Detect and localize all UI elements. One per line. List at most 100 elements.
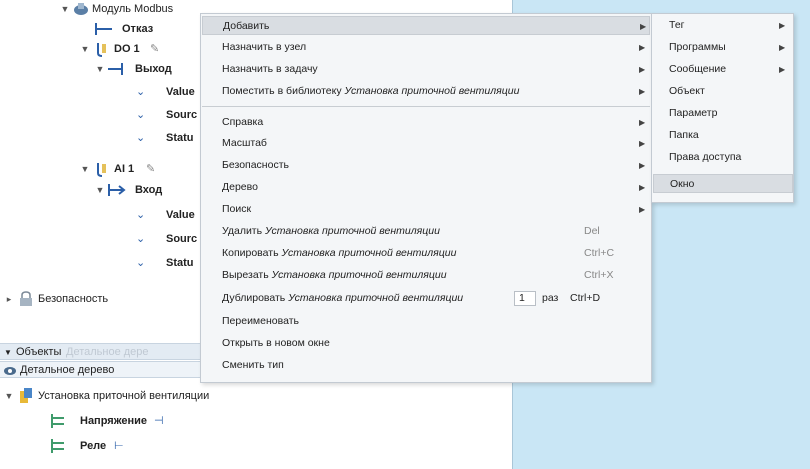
tree-node-label: DO 1	[114, 43, 140, 55]
property-icon: ⌄	[136, 257, 146, 269]
tag-output-icon	[94, 22, 114, 42]
submenu-arrow-icon: ▶	[639, 118, 646, 127]
menu-item-open-new-window[interactable]: Открыть в новом окне	[202, 334, 650, 353]
menu-item-assign-node[interactable]: Назначить в узел ▶	[202, 38, 650, 57]
chevron-down-icon[interactable]: ▼	[95, 60, 105, 78]
duplicate-count-input[interactable]: 1	[514, 291, 536, 306]
tree-row-source[interactable]: ⌄ Sourc	[136, 106, 206, 124]
submenu-item-folder[interactable]: Папка	[653, 126, 793, 145]
submenu-arrow-icon: ▶	[779, 43, 786, 52]
submenu-arrow-icon: ▶	[640, 22, 647, 31]
submenu-arrow-icon: ▶	[639, 43, 646, 52]
object-icon	[18, 387, 34, 411]
submenu-item-programs[interactable]: Программы ▶	[653, 38, 793, 57]
menu-item-copy[interactable]: Копировать Установка приточной вентиляци…	[202, 244, 650, 263]
menu-item-shortcut: Ctrl+D	[570, 292, 601, 304]
tree-node-label: Вход	[135, 184, 163, 196]
menu-item-delete[interactable]: Удалить Установка приточной вентиляции D…	[202, 222, 650, 241]
menu-item-label: Дерево	[222, 181, 258, 193]
menu-item-duplicate[interactable]: Дублировать Установка приточной вентиляц…	[202, 289, 650, 308]
menu-item-rename[interactable]: Переименовать	[202, 312, 650, 331]
menu-item-cut[interactable]: Вырезать Установка приточной вентиляции …	[202, 266, 650, 285]
chevron-down-icon[interactable]: ▼	[4, 344, 12, 361]
menu-item-shortcut: Del	[584, 225, 600, 237]
menu-item-label: Поместить в библиотеку	[222, 85, 342, 97]
menu-item-label: Добавить	[223, 20, 270, 32]
menu-item-search[interactable]: Поиск ▶	[202, 200, 650, 219]
chevron-right-icon[interactable]: ▸	[4, 290, 14, 308]
tree-row-value[interactable]: ⌄ Value	[136, 206, 206, 224]
tree-row-input[interactable]: ▼ Вход	[95, 181, 205, 199]
submenu-arrow-icon: ▶	[639, 87, 646, 96]
tree-row-status[interactable]: ⌄ Statu	[136, 129, 206, 147]
eye-icon	[4, 365, 16, 382]
menu-item-label: Назначить в задачу	[222, 63, 318, 75]
submenu-item-parameter[interactable]: Параметр	[653, 104, 793, 123]
menu-item-help[interactable]: Справка ▶	[202, 113, 650, 132]
submenu-item-window[interactable]: Окно	[653, 174, 793, 193]
connection-icon: ⊣	[154, 415, 164, 427]
property-icon: ⌄	[136, 109, 146, 121]
menu-item-security[interactable]: Безопасность ▶	[202, 156, 650, 175]
tree-row-fault[interactable]: Отказ	[90, 20, 210, 38]
module-icon	[72, 1, 90, 23]
menu-item-label: Копировать	[222, 247, 279, 259]
chevron-down-icon[interactable]: ▼	[60, 0, 70, 18]
submenu-item-label: Программы	[669, 41, 726, 53]
menu-item-add[interactable]: Добавить ▶	[202, 16, 650, 35]
menu-item-target: Установка приточной вентиляции	[265, 225, 440, 237]
property-icon: ⌄	[136, 132, 146, 144]
tree-node-label: Выход	[135, 63, 172, 75]
tree-row-value[interactable]: ⌄ Value	[136, 83, 206, 101]
objects-child-label: Напряжение	[80, 415, 147, 427]
menu-item-label: Дублировать	[222, 292, 286, 304]
menu-item-scale[interactable]: Масштаб ▶	[202, 134, 650, 153]
menu-item-label: Масштаб	[222, 137, 267, 149]
submenu-arrow-icon: ▶	[779, 65, 786, 74]
pencil-icon[interactable]: ✎	[146, 160, 155, 178]
submenu-arrow-icon: ▶	[639, 139, 646, 148]
detail-tree-label: Детальное дерево	[20, 364, 115, 376]
tree-row-source[interactable]: ⌄ Sourc	[136, 230, 206, 248]
objects-faint-label: Детальное дере	[66, 346, 149, 358]
tree-row-security[interactable]: ▸ Безопасность	[4, 290, 184, 308]
menu-item-change-type[interactable]: Сменить тип	[202, 356, 650, 375]
property-icon: ⌄	[136, 233, 146, 245]
tree-node-label: Value	[166, 209, 195, 221]
submenu-item-tag[interactable]: Тег ▶	[653, 16, 793, 35]
chevron-down-icon[interactable]: ▼	[80, 40, 90, 58]
menu-item-shortcut: Ctrl+X	[584, 269, 614, 281]
add-submenu: Тег ▶ Программы ▶ Сообщение ▶ Объект Пар…	[651, 13, 794, 203]
submenu-item-object[interactable]: Объект	[653, 82, 793, 101]
chevron-down-icon[interactable]: ▼	[80, 160, 90, 178]
channel-icon	[94, 161, 110, 183]
menu-item-target: Установка приточной вентиляции	[281, 247, 457, 259]
submenu-item-label: Окно	[670, 178, 695, 190]
tree-node-label: Sourc	[166, 233, 198, 245]
tree-node-label: Отказ	[122, 23, 154, 35]
tree-row-output[interactable]: ▼ Выход	[95, 60, 205, 78]
context-menu: Добавить ▶ Назначить в узел ▶ Назначить …	[200, 13, 652, 383]
submenu-item-label: Объект	[669, 85, 705, 97]
chevron-down-icon[interactable]: ▼	[4, 387, 14, 405]
tag-icon	[50, 438, 68, 460]
menu-item-add-to-library[interactable]: Поместить в библиотеку Установка приточн…	[202, 82, 650, 101]
submenu-item-message[interactable]: Сообщение ▶	[653, 60, 793, 79]
menu-item-label: Открыть в новом окне	[222, 337, 330, 349]
submenu-item-access-rights[interactable]: Права доступа	[653, 148, 793, 167]
menu-separator	[202, 106, 650, 107]
menu-item-tree[interactable]: Дерево ▶	[202, 178, 650, 197]
chevron-down-icon[interactable]: ▼	[95, 181, 105, 199]
objects-root-label: Установка приточной вентиляции	[38, 390, 210, 402]
objects-tree-root[interactable]: ▼ Установка приточной вентиляции	[4, 387, 244, 405]
duplicate-times-label: раз	[542, 292, 559, 304]
objects-tree-child[interactable]: Напряжение ⊣	[50, 412, 210, 430]
menu-item-label: Сменить тип	[222, 359, 284, 371]
tree-row-ai1[interactable]: ▼ AI 1 ✎	[80, 160, 220, 178]
pencil-icon[interactable]: ✎	[150, 40, 159, 58]
tree-row-status[interactable]: ⌄ Statu	[136, 254, 206, 272]
tree-row-do1[interactable]: ▼ DO 1 ✎	[80, 40, 220, 58]
submenu-arrow-icon: ▶	[639, 183, 646, 192]
menu-item-assign-task[interactable]: Назначить в задачу ▶	[202, 60, 650, 79]
objects-tree-child[interactable]: Реле ⊢	[50, 437, 210, 455]
